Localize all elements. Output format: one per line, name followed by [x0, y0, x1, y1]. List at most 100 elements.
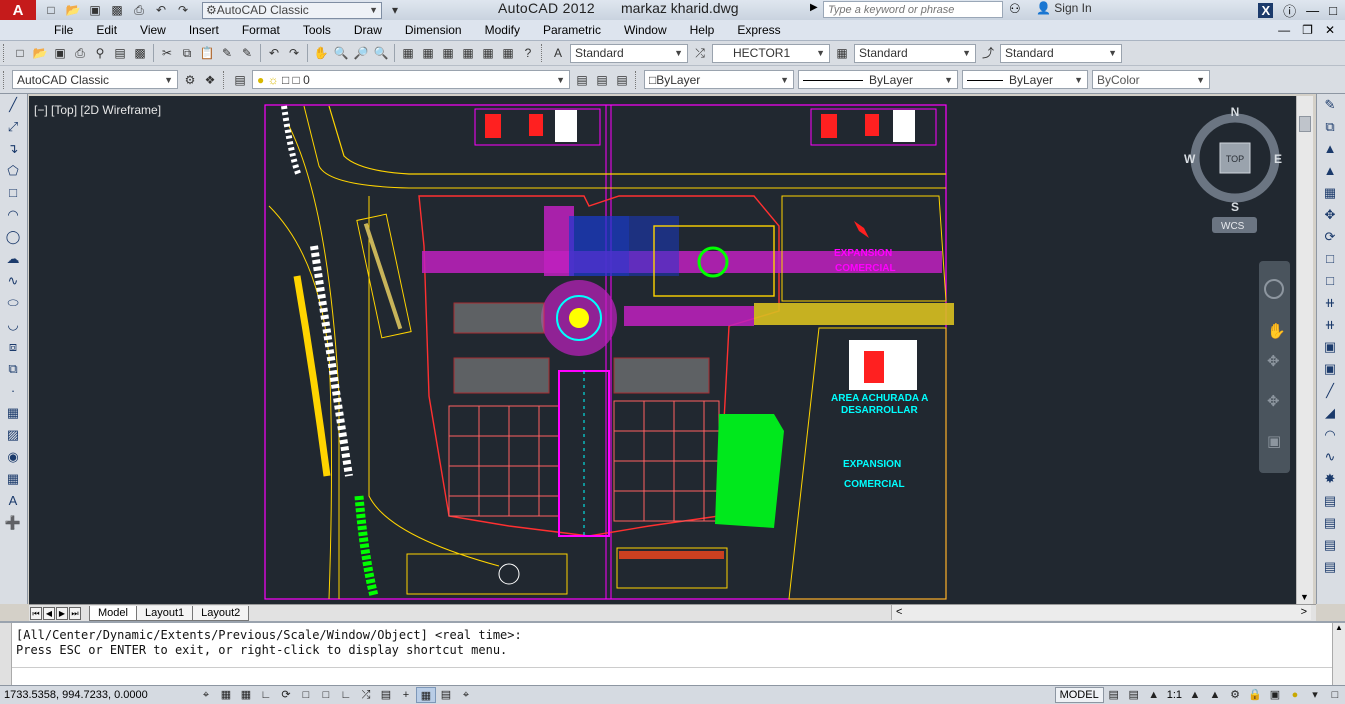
polygon-icon[interactable]: ⬠	[0, 160, 26, 182]
quick-properties-icon[interactable]: ▤	[436, 687, 456, 703]
layer-dropdown[interactable]: ● ☼ □ □ 0 ▼	[252, 70, 570, 89]
circle-icon[interactable]: ◯	[0, 226, 26, 248]
transparency-icon[interactable]: ▦	[416, 687, 436, 703]
plotstyle-dropdown[interactable]: ByColor ▼	[1092, 70, 1210, 89]
doc-restore-icon[interactable]: ❐	[1302, 20, 1313, 40]
blend-curves-icon[interactable]: ∿	[1317, 446, 1343, 468]
toolbar-grip[interactable]	[223, 70, 227, 89]
open-icon[interactable]: 📂	[30, 44, 50, 62]
layer-state-icon[interactable]: ▤	[612, 71, 632, 89]
break-at-point-icon[interactable]: ▣	[1317, 336, 1343, 358]
text-style-icon[interactable]: A	[548, 44, 568, 62]
trim-icon[interactable]: ⧺	[1317, 292, 1343, 314]
cut-icon[interactable]: ✂	[157, 44, 177, 62]
layer-previous-icon[interactable]: ▤	[592, 71, 612, 89]
menu-window[interactable]: Window	[624, 23, 667, 37]
lineweight-icon[interactable]: +	[396, 687, 416, 703]
menu-parametric[interactable]: Parametric	[543, 23, 601, 37]
scroll-right-icon[interactable]: >	[1301, 605, 1307, 620]
polyline-icon[interactable]: ↴	[0, 138, 26, 160]
make-block-icon[interactable]: ⧉	[0, 358, 26, 380]
ellipse-arc-icon[interactable]: ◡	[0, 314, 26, 336]
annotation-visibility-icon[interactable]: ▲	[1185, 687, 1205, 703]
layer-isolate-icon[interactable]: ▤	[1317, 556, 1343, 578]
menu-view[interactable]: View	[140, 23, 166, 37]
scroll-up-icon[interactable]: ▲	[1335, 623, 1343, 632]
snap-mode-icon[interactable]: ▦	[216, 687, 236, 703]
allow-dynamic-ucs-icon[interactable]: ⤮	[356, 687, 376, 703]
toolbar-grip[interactable]	[3, 70, 7, 89]
undo-icon[interactable]: ↶	[152, 2, 170, 18]
search-expand-icon[interactable]: ▶	[810, 2, 818, 13]
quickcalc-icon[interactable]: ▦	[498, 44, 518, 62]
scale-icon[interactable]: □	[1317, 248, 1343, 270]
color-dropdown[interactable]: □ByLayer ▼	[644, 70, 794, 89]
chamfer-icon[interactable]: ◢	[1317, 402, 1343, 424]
qat-overflow-icon[interactable]: ▾	[386, 2, 404, 18]
isolate-objects-icon[interactable]: ●	[1285, 687, 1305, 703]
minimize-icon[interactable]: —	[1306, 3, 1319, 18]
text-style-dropdown[interactable]: Standard ▼	[570, 43, 688, 63]
infer-constraints-icon[interactable]: ⌖	[196, 687, 216, 703]
menu-format[interactable]: Format	[242, 23, 280, 37]
menu-express[interactable]: Express	[737, 23, 780, 37]
vertical-scrollbar[interactable]: ▼	[1296, 96, 1313, 604]
arc-icon[interactable]: ◠	[0, 204, 26, 226]
new-icon[interactable]: □	[42, 2, 60, 18]
zoom-realtime-icon[interactable]: 🔍	[331, 44, 351, 62]
move-icon[interactable]: ✥	[1317, 204, 1343, 226]
design-center-icon[interactable]: ▦	[418, 44, 438, 62]
redo-icon[interactable]: ↷	[284, 44, 304, 62]
mirror-icon[interactable]: ▲	[1317, 138, 1343, 160]
customize-icon[interactable]: ❖	[200, 71, 220, 89]
object-snap-icon[interactable]: □	[296, 687, 316, 703]
exchange-icon[interactable]: X	[1258, 2, 1274, 18]
workspace-switching-icon[interactable]: ⚙	[1225, 687, 1245, 703]
properties-icon[interactable]: ▦	[398, 44, 418, 62]
menu-insert[interactable]: Insert	[189, 23, 219, 37]
3d-dwf-icon[interactable]: ▩	[130, 44, 150, 62]
cursor-coordinates[interactable]: 1733.5358, 994.7233, 0.0000	[0, 689, 196, 701]
scroll-down-icon[interactable]: ▼	[1300, 592, 1309, 602]
doc-close-icon[interactable]: ✕	[1325, 20, 1335, 40]
first-tab-icon[interactable]: ⏮	[30, 606, 42, 620]
add-selected-icon[interactable]: ➕	[0, 512, 26, 534]
join-icon[interactable]: ╱	[1317, 380, 1343, 402]
toolbar-grip[interactable]	[635, 70, 639, 89]
polar-tracking-icon[interactable]: ⟳	[276, 687, 296, 703]
menu-help[interactable]: Help	[690, 23, 715, 37]
tab-model[interactable]: Model	[89, 605, 137, 621]
quick-view-layouts-icon[interactable]: ▤	[1104, 687, 1124, 703]
pan-icon[interactable]: ✋	[311, 44, 331, 62]
model-space-button[interactable]: MODEL	[1054, 687, 1104, 703]
rectangle-icon[interactable]: □	[0, 182, 26, 204]
menu-edit[interactable]: Edit	[96, 23, 117, 37]
object-snap-tracking-icon[interactable]: ∟	[336, 687, 356, 703]
workspace-dropdown[interactable]: ⚙AutoCAD Classic ▼	[202, 1, 382, 19]
undo-icon[interactable]: ↶	[264, 44, 284, 62]
open-icon[interactable]: 📂	[64, 2, 82, 18]
workspace-dropdown-2[interactable]: AutoCAD Classic ▼	[12, 70, 178, 89]
publish-icon[interactable]: ▤	[110, 44, 130, 62]
table-style-dropdown[interactable]: Standard ▼	[854, 43, 976, 63]
copy-object-icon[interactable]: ⧉	[1317, 116, 1343, 138]
selection-cycling-icon[interactable]: ⌖	[456, 687, 476, 703]
command-scrollbar[interactable]: ▲	[1332, 623, 1345, 687]
annotation-scale-icon[interactable]: ▲	[1144, 687, 1164, 703]
sheet-set-icon[interactable]: ▦	[458, 44, 478, 62]
insert-block-icon[interactable]: ⧈	[0, 336, 26, 358]
help-icon[interactable]: ?	[518, 44, 538, 62]
last-tab-icon[interactable]: ⏭	[69, 606, 81, 620]
copy-icon[interactable]: ⧉	[177, 44, 197, 62]
scroll-left-icon[interactable]: <	[896, 605, 902, 620]
revision-cloud-icon[interactable]: ☁	[0, 248, 26, 270]
dimension-style-icon[interactable]: ⤮	[690, 44, 710, 62]
annotation-scale-value[interactable]: 1:1	[1164, 689, 1185, 701]
scroll-thumb[interactable]	[1299, 116, 1311, 132]
toolbar-grip[interactable]	[541, 44, 545, 62]
prev-tab-icon[interactable]: ◀	[43, 606, 55, 620]
menu-draw[interactable]: Draw	[354, 23, 382, 37]
sign-in-button[interactable]: 👤 Sign In	[1036, 1, 1092, 15]
plot-preview-icon[interactable]: ⚲	[90, 44, 110, 62]
status-menu-icon[interactable]: ▾	[1305, 687, 1325, 703]
